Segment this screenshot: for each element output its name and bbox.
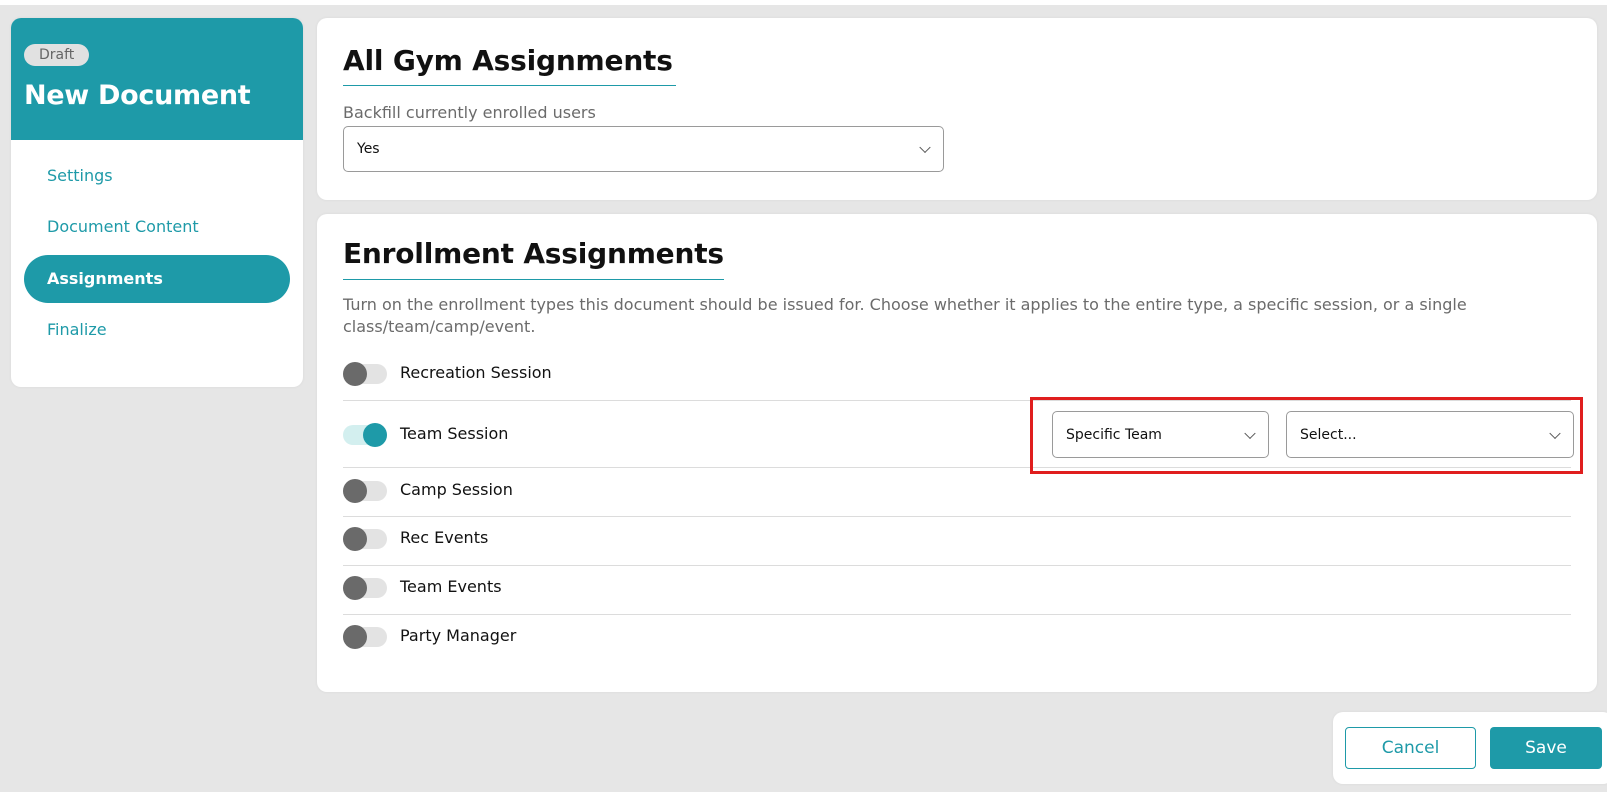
camp-session-toggle[interactable] [343, 479, 387, 503]
toggle-knob [343, 576, 367, 600]
team-session-label: Team Session [400, 424, 509, 443]
party-manager-label: Party Manager [400, 626, 517, 645]
chevron-down-icon [1244, 427, 1256, 439]
cancel-button[interactable]: Cancel [1345, 727, 1476, 769]
team-target-value: Select... [1300, 426, 1357, 443]
recreation-session-label: Recreation Session [400, 363, 552, 382]
document-title: New Document [24, 80, 251, 111]
team-target-select[interactable]: Select... [1286, 411, 1574, 458]
backfill-select-value: Yes [357, 141, 380, 157]
rec-events-toggle[interactable] [343, 527, 387, 551]
title-underline [343, 279, 724, 280]
toggle-knob [343, 479, 367, 503]
backfill-label: Backfill currently enrolled users [343, 103, 596, 122]
gym-assignments-title: All Gym Assignments [343, 44, 673, 77]
enrollment-row-party-manager: Party Manager [343, 616, 1571, 664]
sidebar: Draft New Document Settings Document Con… [11, 18, 303, 387]
toggle-knob [363, 423, 387, 447]
enrollment-row-camp-session: Camp Session [343, 469, 1571, 517]
sidebar-item-finalize[interactable]: Finalize [24, 306, 290, 354]
recreation-session-toggle[interactable] [343, 362, 387, 386]
enrollment-assignments-title: Enrollment Assignments [343, 237, 724, 270]
title-underline [343, 85, 676, 86]
save-button[interactable]: Save [1490, 727, 1602, 769]
team-scope-value: Specific Team [1066, 426, 1162, 443]
enrollment-assignments-card: Enrollment Assignments Turn on the enrol… [317, 214, 1597, 692]
sidebar-item-document-content[interactable]: Document Content [24, 203, 290, 251]
team-scope-select[interactable]: Specific Team [1052, 411, 1269, 458]
rec-events-label: Rec Events [400, 528, 489, 547]
chevron-down-icon [919, 141, 931, 154]
toggle-knob [343, 625, 367, 649]
party-manager-toggle[interactable] [343, 625, 387, 649]
camp-session-label: Camp Session [400, 480, 513, 499]
sidebar-item-settings[interactable]: Settings [24, 152, 290, 200]
team-session-toggle[interactable] [343, 423, 387, 447]
enrollment-row-team-session: Team Session Specific Team Select... [343, 402, 1574, 468]
footer-actions: Cancel Save [1333, 712, 1607, 784]
status-badge: Draft [24, 44, 90, 66]
toggle-knob [343, 527, 367, 551]
gym-assignments-card: All Gym Assignments Backfill currently e… [317, 18, 1597, 200]
team-events-label: Team Events [400, 577, 502, 596]
enrollment-description: Turn on the enrollment types this docume… [343, 295, 1467, 336]
team-events-toggle[interactable] [343, 576, 387, 600]
enrollment-row-recreation-session: Recreation Session [343, 354, 1571, 401]
sidebar-header: Draft New Document [11, 18, 303, 140]
sidebar-item-assignments[interactable]: Assignments [24, 255, 290, 303]
backfill-select[interactable]: Yes [343, 126, 944, 172]
toggle-knob [343, 362, 367, 386]
enrollment-row-team-events: Team Events [343, 567, 1571, 615]
chevron-down-icon [1549, 427, 1561, 439]
top-strip [0, 0, 1607, 5]
enrollment-row-rec-events: Rec Events [343, 518, 1571, 566]
